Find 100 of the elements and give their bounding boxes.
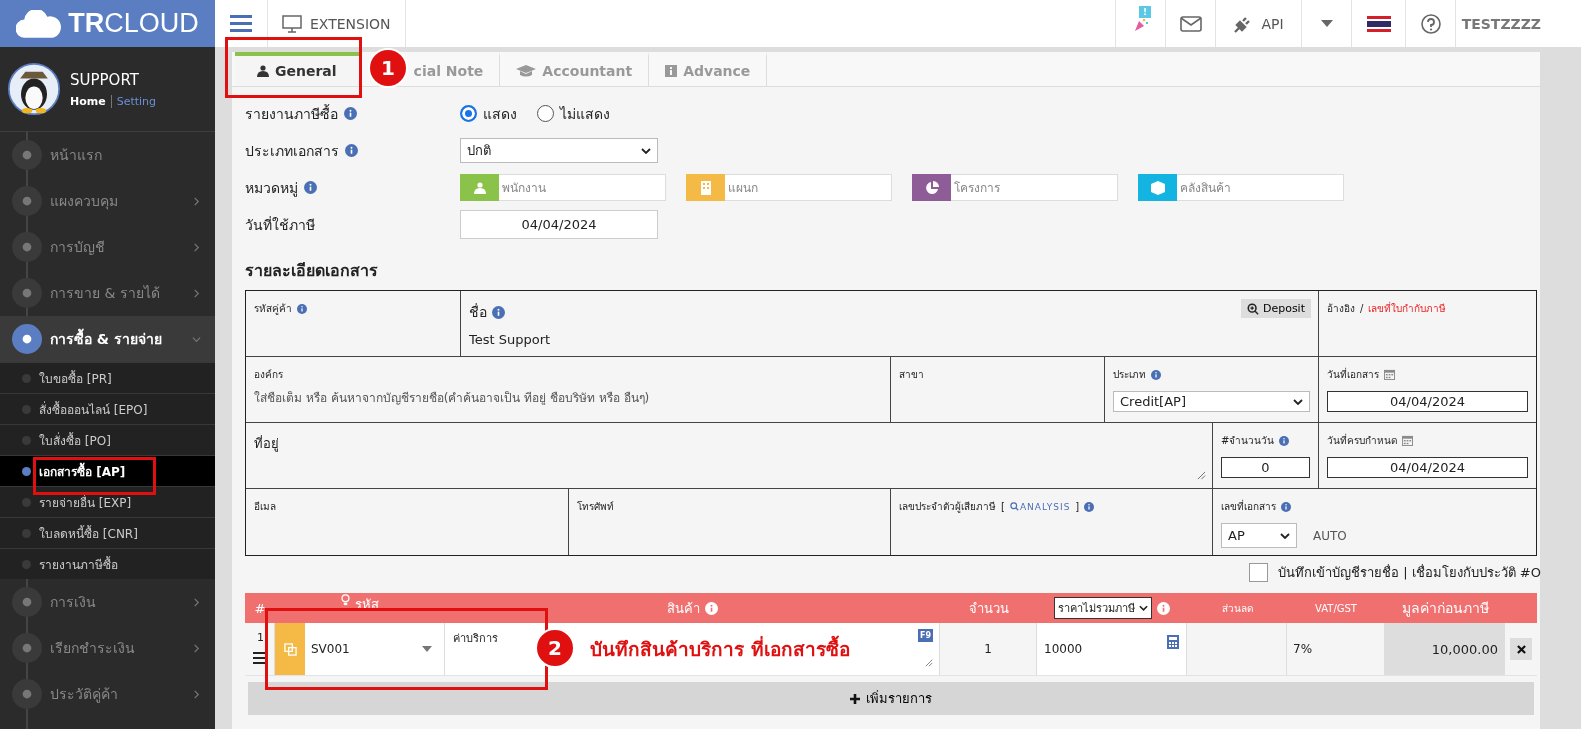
name-value: Test Support (469, 332, 552, 347)
logo-text: TRCLOUD (68, 8, 199, 39)
submenu-item[interactable]: ใบสั่งซื้อ [PO] (0, 424, 215, 455)
annotation-text: บันทึกสินค้าบริการ ที่เอกสารซื้อ (590, 634, 850, 664)
info-icon (344, 107, 357, 120)
category-field[interactable]: แผนก (725, 174, 892, 201)
submenu-item[interactable]: ใบลดหนี้ซื้อ [CNR] (0, 517, 215, 548)
field-label: โทรศัพท์ (577, 500, 614, 514)
sidebar-item[interactable]: เรียกชำระเงิน (0, 625, 215, 671)
field-label: สาขา (899, 368, 924, 382)
column-header: # (253, 600, 267, 616)
separator-text: / (1360, 303, 1364, 314)
cloud-icon (16, 9, 63, 38)
submenu-item[interactable]: รายจ่ายอื่น [EXP] (0, 486, 215, 517)
type-select[interactable]: Credit[AP] (1113, 391, 1310, 412)
delete-button[interactable] (1510, 638, 1532, 660)
radio-option[interactable]: ไม่แสดง (537, 102, 610, 125)
info-icon (304, 181, 317, 194)
field-label: เลขประจำตัวผู้เสียภาษี (899, 500, 996, 514)
date-field[interactable]: 04/04/2024 (460, 210, 658, 239)
chevron-icon (641, 147, 651, 154)
monitor-icon (282, 14, 302, 33)
info-icon (1279, 435, 1290, 446)
column-header: มูลค่าก่อนภาษี (1400, 599, 1490, 619)
info-icon (1157, 601, 1170, 615)
chevron-icon (192, 334, 201, 344)
help-icon (1420, 13, 1441, 34)
field-label: อ้างอิง (1327, 302, 1355, 316)
shortcut-badge: F9 (917, 629, 933, 642)
sidebar-item[interactable]: การเงิน (0, 579, 215, 625)
resize-handle[interactable] (925, 659, 933, 667)
resize-handle[interactable] (1197, 471, 1206, 480)
chevron-icon (1280, 532, 1290, 539)
chevron-icon (192, 597, 201, 607)
profile-link[interactable]: Setting (110, 94, 157, 108)
bracket-text: [ (1001, 501, 1005, 512)
field-label: ประเภทเอกสาร (245, 141, 339, 161)
info-icon (492, 305, 505, 319)
document-type-select[interactable]: ปกติ (460, 138, 658, 163)
user-icon (257, 65, 269, 77)
caret-icon[interactable] (422, 646, 432, 652)
date-field[interactable]: 04/04/2024 (1327, 457, 1528, 478)
submenu-item[interactable]: รายงานภาษีซื้อ (0, 548, 215, 579)
amount-cell: 10,000.00 (1385, 623, 1505, 675)
sidebar-item[interactable]: การบัญชี (0, 224, 215, 270)
info-icon (1151, 369, 1161, 380)
add-item-button[interactable]: เพิ่มรายการ (248, 682, 1534, 715)
field-label: รายงานภาษีซื้อ (245, 103, 338, 124)
chevron-icon (1139, 605, 1148, 611)
sidebar-item[interactable]: การขาย & รายได้ (0, 270, 215, 316)
field-label: เลขที่เอกสาร (1221, 499, 1276, 514)
checkbox[interactable] (1249, 563, 1269, 582)
product-description: ค่าบริการ (453, 632, 498, 645)
sidebar-item[interactable]: การซื้อ & รายจ่าย (0, 316, 215, 362)
prefix-select[interactable]: AP (1221, 523, 1297, 548)
category-field[interactable]: คลังสินค้า (1177, 174, 1344, 201)
field-label: ที่อยู่ (254, 434, 279, 454)
column-header: ส่วนลด (1220, 601, 1254, 616)
bulb-icon (341, 594, 350, 606)
chevron-icon (1293, 398, 1303, 405)
caret-icon (1320, 19, 1333, 28)
plus-icon (850, 693, 860, 704)
chevron-icon (192, 196, 201, 206)
category-field[interactable]: พนักงาน (499, 174, 666, 201)
sidebar-item[interactable]: หน้าแรก (0, 132, 215, 178)
profile-link[interactable]: Home (70, 94, 106, 108)
info-icon (297, 303, 307, 314)
profile-name: SUPPORT (70, 70, 140, 89)
copy-icon (283, 642, 297, 656)
column-header: จำนวน (967, 599, 1010, 618)
analysis-link[interactable]: ANALYSIS (1009, 501, 1071, 512)
auto-label: AUTO (1313, 528, 1347, 543)
drag-handle-icon[interactable] (253, 652, 267, 664)
zoom-in-icon (1246, 302, 1259, 315)
sidebar-item[interactable]: แผงควบคุม (0, 178, 215, 224)
submenu-item[interactable]: เอกสารซื้อ [AP] (0, 455, 215, 486)
extension-button[interactable]: EXTENSION (267, 0, 406, 47)
info-icon (705, 601, 718, 615)
info-icon (1084, 501, 1095, 512)
field-label: อีเมล (254, 500, 276, 514)
field-label: วันที่ใช้ภาษี (245, 215, 315, 235)
deposit-button[interactable]: Deposit (1240, 299, 1311, 318)
days-field[interactable]: 0 (1221, 457, 1310, 478)
date-field[interactable]: 04/04/2024 (1327, 391, 1528, 412)
calendar-icon (1384, 369, 1395, 380)
price-mode-select[interactable]: ราคาไม่รวมภาษี (1054, 597, 1152, 619)
search-icon (1009, 502, 1019, 511)
envelope-icon (1179, 15, 1202, 32)
category-field[interactable]: โครงการ (951, 174, 1118, 201)
tax-invoice-link[interactable]: เลขที่ใบกำกับภาษี (1368, 301, 1447, 316)
item-code: SV001 (310, 641, 351, 658)
submenu-item[interactable]: ใบขอซื้อ [PR] (0, 362, 215, 393)
field-label: วันที่เอกสาร (1327, 367, 1379, 382)
field-label: วันที่ครบกำหนด (1327, 433, 1397, 448)
calculator-icon[interactable] (1167, 635, 1179, 649)
notification-badge: ! (1138, 6, 1151, 18)
submenu-item[interactable]: สั่งซื้อออนไลน์ [EPO] (0, 393, 215, 424)
sidebar-item[interactable]: ประวัติคู่ค้า (0, 671, 215, 717)
radio-option[interactable]: แสดง (460, 102, 517, 125)
flag-icon (1366, 15, 1391, 32)
